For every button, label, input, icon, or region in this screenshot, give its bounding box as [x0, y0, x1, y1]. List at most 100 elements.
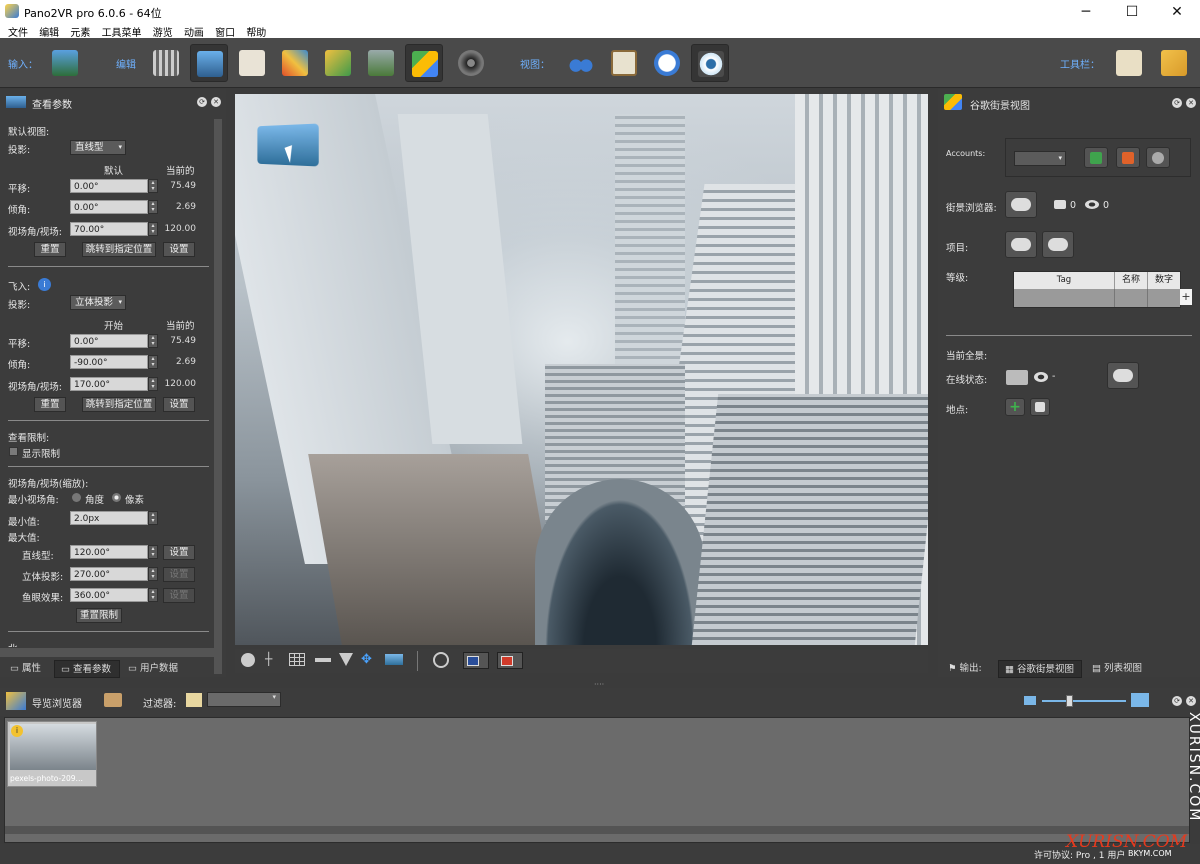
- panorama-viewer[interactable]: [235, 94, 928, 645]
- stopwatch-icon[interactable]: [648, 44, 686, 82]
- close-button[interactable]: ✕: [1154, 0, 1200, 23]
- tour-editor-icon[interactable]: [362, 44, 400, 82]
- rect-spinner[interactable]: ▴ ▾: [148, 545, 158, 559]
- pixel-radio[interactable]: [112, 493, 121, 502]
- blue-color-picker[interactable]: [463, 652, 489, 669]
- fly-set-button[interactable]: 设置: [163, 397, 195, 412]
- cloud-publish-icon[interactable]: [1107, 362, 1139, 389]
- panorama-preview-icon[interactable]: [385, 654, 403, 665]
- min-input[interactable]: 2.0px: [70, 511, 148, 525]
- min-spinner[interactable]: ▴ ▾: [148, 511, 158, 525]
- menu-file[interactable]: 文件: [8, 24, 28, 39]
- account-settings-icon[interactable]: [1146, 147, 1170, 168]
- col-name[interactable]: 名称: [1115, 272, 1148, 289]
- filter-tag-icon[interactable]: [186, 693, 202, 707]
- undock-icon[interactable]: ⟳: [197, 97, 207, 107]
- thumbnail-size-slider[interactable]: [1042, 700, 1126, 702]
- menu-tools[interactable]: 工具菜单: [102, 24, 142, 39]
- fly-jump-button[interactable]: 跳转到指定位置: [82, 397, 156, 412]
- rect-set-button[interactable]: 设置: [163, 545, 195, 560]
- compass-icon[interactable]: [241, 653, 255, 667]
- fly-projection-select[interactable]: 立体投影 ▾: [70, 295, 126, 310]
- move-icon[interactable]: ✥: [361, 652, 372, 667]
- eye-preview-icon[interactable]: [691, 44, 729, 82]
- menu-tour[interactable]: 游览: [153, 24, 173, 39]
- sliders-icon[interactable]: [147, 44, 185, 82]
- sort-menu-icon[interactable]: [104, 693, 122, 707]
- undock-icon[interactable]: ⟳: [1172, 98, 1182, 108]
- projection-select[interactable]: 直线型 ▾: [70, 140, 126, 155]
- slider-handle[interactable]: [1066, 695, 1073, 707]
- thumbnail-scrollbar[interactable]: [5, 826, 1189, 834]
- stereo-set-button[interactable]: 设置: [163, 567, 195, 582]
- col-number[interactable]: 数字: [1148, 272, 1180, 289]
- fly-fov-input[interactable]: 170.00°: [70, 377, 148, 391]
- panorama-thumbnail[interactable]: i pexels-photo-209…: [7, 721, 97, 787]
- status-toggle-icon[interactable]: [1006, 370, 1028, 385]
- menu-window[interactable]: 窗口: [215, 24, 235, 39]
- show-limits-checkbox[interactable]: [9, 447, 18, 456]
- col-tag[interactable]: Tag: [1014, 272, 1115, 289]
- menu-edit[interactable]: 编辑: [39, 24, 59, 39]
- tab-view-parameters[interactable]: ▭ 查看参数: [54, 660, 120, 678]
- fisheye-set-button[interactable]: 设置: [163, 588, 195, 603]
- close-panel-icon[interactable]: ✕: [1186, 98, 1196, 108]
- funnel-icon[interactable]: [339, 653, 353, 666]
- fly-pan-input[interactable]: 0.00°: [70, 334, 148, 348]
- minimize-button[interactable]: ─: [1063, 0, 1109, 23]
- stereo-spinner[interactable]: ▴ ▾: [148, 567, 158, 581]
- cloud-upload-icon[interactable]: [1005, 231, 1037, 258]
- table-cell[interactable]: [1014, 289, 1115, 307]
- fisheye-spinner[interactable]: ▴ ▾: [148, 588, 158, 602]
- maximize-button[interactable]: ☐: [1109, 0, 1155, 23]
- crosshair-line-icon[interactable]: ┼: [265, 652, 272, 666]
- add-panorama-icon[interactable]: [46, 44, 84, 82]
- clipboard-icon[interactable]: [605, 44, 643, 82]
- tab-street-view[interactable]: ▦ 谷歌街景视图: [998, 660, 1082, 678]
- tab-user-data[interactable]: ▭ 用户数据: [122, 660, 186, 678]
- table-cell[interactable]: [1115, 289, 1148, 307]
- user-card-icon[interactable]: [233, 44, 271, 82]
- accounts-select[interactable]: ▾: [1014, 151, 1066, 166]
- table-cell[interactable]: [1148, 289, 1180, 307]
- remove-account-icon[interactable]: [1116, 147, 1140, 168]
- puzzle-map-icon[interactable]: [1110, 44, 1148, 82]
- cloud-download-icon[interactable]: [1042, 231, 1074, 258]
- cloud-search-icon[interactable]: [1005, 191, 1037, 218]
- tour-thumbnail-area[interactable]: i pexels-photo-209…: [4, 717, 1190, 843]
- tilt-input[interactable]: 0.00°: [70, 200, 148, 214]
- ruler-icon[interactable]: [315, 658, 331, 662]
- menu-elements[interactable]: 元素: [70, 24, 90, 39]
- rect-input[interactable]: 120.00°: [70, 545, 148, 559]
- edit-place-icon[interactable]: [1030, 398, 1050, 416]
- stereo-input[interactable]: 270.00°: [70, 567, 148, 581]
- info-icon[interactable]: i: [38, 278, 51, 291]
- red-color-picker[interactable]: [497, 652, 523, 669]
- close-panel-icon[interactable]: ✕: [1186, 696, 1196, 706]
- reset-button[interactable]: 重置: [34, 242, 66, 257]
- view-parameters-icon[interactable]: [190, 44, 228, 82]
- pan-input[interactable]: 0.00°: [70, 179, 148, 193]
- binoculars-icon[interactable]: [562, 44, 600, 82]
- add-row-button[interactable]: +: [1180, 289, 1192, 305]
- fly-tilt-input[interactable]: -90.00°: [70, 355, 148, 369]
- jump-to-position-button[interactable]: 跳转到指定位置: [82, 242, 156, 257]
- filter-select[interactable]: ▾: [207, 692, 281, 707]
- film-reel-icon[interactable]: [452, 44, 490, 82]
- street-view-icon[interactable]: [405, 44, 443, 82]
- set-button[interactable]: 设置: [163, 242, 195, 257]
- fov-input[interactable]: 70.00°: [70, 222, 148, 236]
- fly-reset-button[interactable]: 重置: [34, 397, 66, 412]
- horizontal-scrollbar[interactable]: [0, 648, 214, 657]
- target-icon[interactable]: [433, 652, 449, 668]
- patch-icon[interactable]: [276, 44, 314, 82]
- panel-scrollbar[interactable]: [214, 119, 222, 674]
- tab-properties[interactable]: ▭ 属性: [4, 660, 52, 678]
- tab-list-view[interactable]: ▤ 列表视图: [1086, 660, 1156, 678]
- fisheye-input[interactable]: 360.00°: [70, 588, 148, 602]
- hand-icon[interactable]: [1155, 44, 1193, 82]
- shield-check-icon[interactable]: [1084, 147, 1108, 168]
- menu-animation[interactable]: 动画: [184, 24, 204, 39]
- add-place-icon[interactable]: +: [1005, 398, 1025, 416]
- reset-limits-button[interactable]: 重置限制: [76, 608, 122, 623]
